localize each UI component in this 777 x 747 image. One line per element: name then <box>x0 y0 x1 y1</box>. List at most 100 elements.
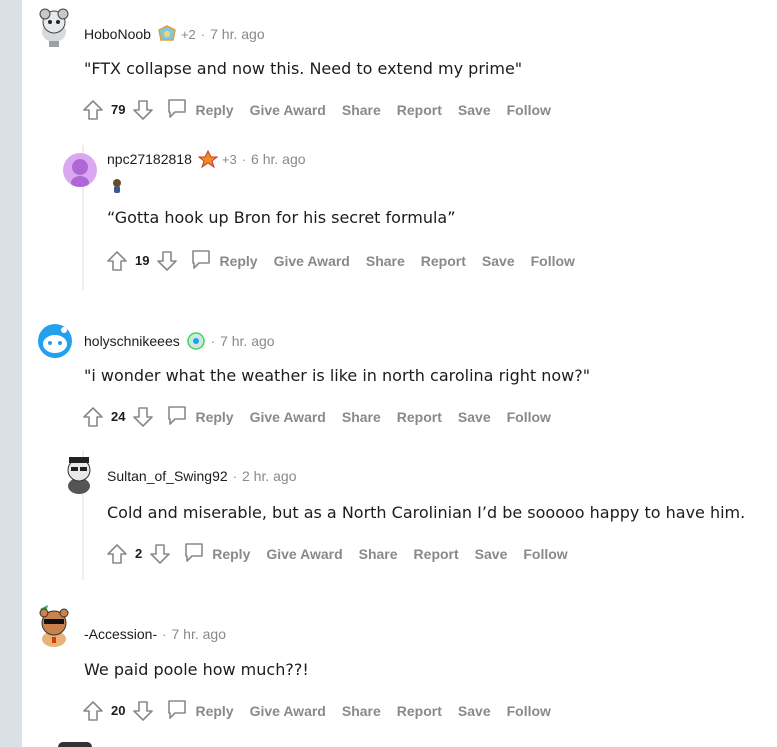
report-button[interactable]: Report <box>397 102 442 118</box>
upvote-icon[interactable] <box>81 405 105 429</box>
reply-bubble-icon <box>189 247 213 274</box>
author-link[interactable]: Sultan_of_Swing92 <box>107 468 228 484</box>
avatar[interactable] <box>34 603 74 647</box>
separator: · <box>241 151 247 167</box>
avatar-icon <box>67 457 91 494</box>
timestamp[interactable]: 7 hr. ago <box>220 333 275 349</box>
give-award-button[interactable]: Give Award <box>274 253 350 269</box>
give-award-button[interactable]: Give Award <box>266 546 342 562</box>
follow-button[interactable]: Follow <box>507 409 551 425</box>
give-award-button[interactable]: Give Award <box>250 409 326 425</box>
downvote-icon[interactable] <box>131 699 155 723</box>
report-button[interactable]: Report <box>397 409 442 425</box>
separator: · <box>200 26 206 42</box>
award-icon[interactable] <box>157 24 177 44</box>
author-link[interactable]: holyschnikeees <box>84 333 180 349</box>
timestamp[interactable]: 6 hr. ago <box>251 151 306 167</box>
avatar[interactable] <box>34 6 74 48</box>
comment-meta: -Accession- · 7 hr. ago <box>84 626 226 642</box>
comment-actions: 19 Reply Give Award Share Report Save Fo… <box>105 247 575 274</box>
upvote-icon[interactable] <box>105 249 129 273</box>
give-award-button[interactable]: Give Award <box>250 703 326 719</box>
downvote-icon[interactable] <box>148 542 172 566</box>
avatar-icon <box>39 605 69 647</box>
avatar-icon <box>38 324 72 358</box>
avatar[interactable] <box>36 322 74 360</box>
avatar-icon <box>39 8 69 47</box>
follow-button[interactable]: Follow <box>507 102 551 118</box>
comment-body: We paid poole how much??! <box>84 660 309 679</box>
vote-score: 2 <box>135 546 143 561</box>
separator: · <box>232 468 237 484</box>
upvote-icon[interactable] <box>81 98 105 122</box>
comment-body: "FTX collapse and now this. Need to exte… <box>84 59 523 78</box>
comment-meta: HoboNoob +2 · 7 hr. ago <box>84 24 265 44</box>
comment-meta: Sultan_of_Swing92 · 2 hr. ago <box>107 468 297 484</box>
follow-button[interactable]: Follow <box>507 703 551 719</box>
award-count[interactable]: +3 <box>222 152 237 167</box>
downvote-icon[interactable] <box>155 249 179 273</box>
comment-body: “Gotta hook up Bron for his secret formu… <box>107 208 456 227</box>
save-button[interactable]: Save <box>458 409 491 425</box>
reply-button[interactable]: Reply <box>189 247 258 274</box>
vote-score: 24 <box>111 409 126 424</box>
reply-button[interactable]: Reply <box>165 697 234 724</box>
timestamp[interactable]: 7 hr. ago <box>210 26 265 42</box>
reply-bubble-icon <box>165 96 189 123</box>
report-button[interactable]: Report <box>421 253 466 269</box>
comment-meta: holyschnikeees · 7 hr. ago <box>84 331 275 351</box>
share-button[interactable]: Share <box>342 102 381 118</box>
page-gutter <box>0 0 22 747</box>
timestamp[interactable]: 7 hr. ago <box>171 626 226 642</box>
share-button[interactable]: Share <box>366 253 405 269</box>
save-button[interactable]: Save <box>475 546 508 562</box>
reply-label: Reply <box>195 101 234 118</box>
separator: · <box>162 626 167 642</box>
upvote-icon[interactable] <box>105 542 129 566</box>
avatar[interactable] <box>63 153 97 187</box>
save-button[interactable]: Save <box>482 253 515 269</box>
reply-bubble-icon <box>182 540 206 567</box>
avatar-icon <box>71 159 89 187</box>
share-button[interactable]: Share <box>342 409 381 425</box>
report-button[interactable]: Report <box>397 703 442 719</box>
follow-button[interactable]: Follow <box>531 253 575 269</box>
reply-bubble-icon <box>165 403 189 430</box>
avatar[interactable] <box>60 452 98 494</box>
comment-actions: 20 Reply Give Award Share Report Save Fo… <box>81 697 551 724</box>
reply-button[interactable]: Reply <box>182 540 250 567</box>
comment-actions: 2 Reply Give Award Share Report Save Fol… <box>105 540 568 567</box>
award-icon[interactable] <box>186 331 206 351</box>
author-link[interactable]: -Accession- <box>84 626 157 642</box>
share-button[interactable]: Share <box>359 546 398 562</box>
report-button[interactable]: Report <box>414 546 459 562</box>
save-button[interactable]: Save <box>458 703 491 719</box>
reply-bubble-icon <box>165 697 189 724</box>
save-button[interactable]: Save <box>458 102 491 118</box>
reply-label: Reply <box>195 408 234 425</box>
reply-label: Reply <box>219 252 258 269</box>
vote-score: 20 <box>111 703 126 718</box>
downvote-icon[interactable] <box>131 98 155 122</box>
vote-score: 79 <box>111 102 126 117</box>
avatar[interactable] <box>58 742 92 747</box>
comment-body: "i wonder what the weather is like in no… <box>84 366 591 385</box>
author-link[interactable]: HoboNoob <box>84 26 151 42</box>
author-link[interactable]: npc27182818 <box>107 151 192 167</box>
comment-actions: 24 Reply Give Award Share Report Save Fo… <box>81 403 551 430</box>
give-award-button[interactable]: Give Award <box>250 102 326 118</box>
downvote-icon[interactable] <box>131 405 155 429</box>
timestamp[interactable]: 2 hr. ago <box>242 468 297 484</box>
reply-button[interactable]: Reply <box>165 96 234 123</box>
award-icon[interactable] <box>108 176 126 194</box>
share-button[interactable]: Share <box>342 703 381 719</box>
reply-label: Reply <box>212 545 251 562</box>
follow-button[interactable]: Follow <box>523 546 567 562</box>
award-icon[interactable] <box>197 149 219 169</box>
reply-button[interactable]: Reply <box>165 403 234 430</box>
reply-label: Reply <box>195 702 234 719</box>
separator: · <box>210 333 216 349</box>
award-count[interactable]: +2 <box>181 27 196 42</box>
upvote-icon[interactable] <box>81 699 105 723</box>
vote-score: 19 <box>135 253 150 268</box>
